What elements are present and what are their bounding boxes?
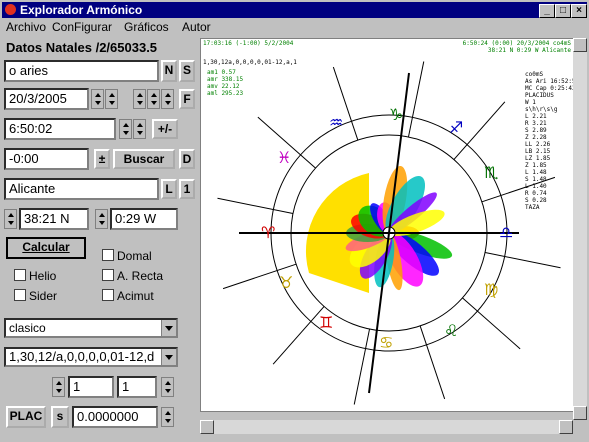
capricorn-glyph: ♑ xyxy=(389,105,403,124)
natal-data-panel: Datos Natales /2/65033.5 o aries N S 20/… xyxy=(2,38,198,442)
title-bar: Explorador Armónico _ □ × xyxy=(2,2,587,18)
timezone-field[interactable]: -0:00 xyxy=(4,148,89,170)
window-title: Explorador Armónico xyxy=(20,3,143,17)
cancer-glyph: ♋ xyxy=(379,333,393,352)
chevron-down-icon[interactable] xyxy=(161,349,176,365)
leo-glyph: ♌ xyxy=(444,321,458,340)
helio-checkbox[interactable]: Helio xyxy=(14,269,56,283)
sagittarius-glyph: ♐ xyxy=(449,118,463,137)
gemini-glyph: ♊ xyxy=(319,313,333,332)
sider-checkbox[interactable]: Sider xyxy=(14,289,57,303)
app-icon xyxy=(5,4,16,15)
year-stepper-1[interactable] xyxy=(133,89,146,109)
spin2-stepper[interactable] xyxy=(161,377,174,397)
longitude-field[interactable]: 0:29 W xyxy=(110,208,178,230)
place-field[interactable]: Alicante xyxy=(4,178,159,200)
cusp-line xyxy=(272,306,325,365)
virgo-glyph: ♍ xyxy=(484,280,498,299)
helio-label: Helio xyxy=(29,269,57,283)
maximize-icon[interactable]: □ xyxy=(555,4,571,18)
aries-glyph: ♈ xyxy=(261,223,275,242)
harmonic-chart[interactable]: 17:03:16 (-1:00) 5/2/2004 6:50:24 (0:00)… xyxy=(200,38,574,412)
s-small-button[interactable]: s xyxy=(51,406,69,428)
cusp-line xyxy=(353,328,371,405)
acimut-checkbox-box[interactable] xyxy=(102,289,114,301)
arecta-checkbox-box[interactable] xyxy=(102,269,114,281)
domal-checkbox-box[interactable] xyxy=(102,249,114,261)
menu-bar: Archivo ConFigurar Gráficos Autor xyxy=(2,18,587,36)
chart-style-select[interactable]: clasico xyxy=(4,318,178,338)
chart-wheel: ♓ ♒ ♑ ♐ ♏ ♎ ♍ ♌ ♋ ♊ ♉ ♈ xyxy=(217,61,561,405)
horizontal-scrollbar[interactable] xyxy=(200,420,573,434)
cusp-line xyxy=(217,197,294,215)
s-button[interactable]: S xyxy=(179,60,195,82)
sider-label: Sider xyxy=(29,289,58,303)
hour-stepper[interactable] xyxy=(119,119,132,139)
scorpio-glyph: ♏ xyxy=(484,163,498,182)
domal-label: Domal xyxy=(117,249,152,263)
spin1-field[interactable]: 1 xyxy=(68,376,114,398)
pisces-glyph: ♓ xyxy=(277,148,291,167)
year-stepper-2[interactable] xyxy=(147,89,160,109)
value-field[interactable]: 0.0000000 xyxy=(72,406,158,428)
menu-graficos[interactable]: Gráficos xyxy=(124,20,169,34)
chevron-down-icon[interactable] xyxy=(161,320,176,336)
one-button[interactable]: 1 xyxy=(179,179,195,199)
latitude-stepper[interactable] xyxy=(4,209,17,229)
acimut-checkbox[interactable]: Acimut xyxy=(102,289,154,303)
harmonic-select[interactable]: 1,30,12/a,0,0,0,0,01-12,d xyxy=(4,347,178,367)
f-button[interactable]: F xyxy=(179,89,195,109)
year-stepper-3[interactable] xyxy=(161,89,174,109)
calcular-button[interactable]: Calcular xyxy=(6,237,86,259)
cusp-line xyxy=(407,61,425,138)
right-arrow-icon[interactable] xyxy=(559,420,573,434)
sign-toggle-button[interactable]: +/- xyxy=(152,119,178,139)
d-button[interactable]: D xyxy=(179,149,195,169)
time-field[interactable]: 6:50:02 xyxy=(4,118,116,140)
cusp-line xyxy=(419,325,446,400)
longitude-stepper[interactable] xyxy=(95,209,108,229)
sider-checkbox-box[interactable] xyxy=(14,289,26,301)
value-stepper[interactable] xyxy=(161,407,174,427)
day-stepper[interactable] xyxy=(91,89,104,109)
helio-checkbox-box[interactable] xyxy=(14,269,26,281)
plusminus-button[interactable]: ± xyxy=(94,149,110,169)
minimize-icon[interactable]: _ xyxy=(539,4,555,18)
date-field[interactable]: 20/3/2005 xyxy=(4,88,89,110)
up-arrow-icon[interactable] xyxy=(573,38,587,52)
libra-glyph: ♎ xyxy=(499,223,513,242)
app-window: Explorador Armónico _ □ × Archivo ConFig… xyxy=(0,0,589,442)
spin1-stepper[interactable] xyxy=(52,377,65,397)
plac-button[interactable]: PLAC xyxy=(6,406,46,428)
vertical-scrollbar[interactable] xyxy=(573,38,587,420)
latitude-field[interactable]: 38:21 N xyxy=(19,208,89,230)
panel-title: Datos Natales /2/65033.5 xyxy=(6,40,158,55)
acimut-label: Acimut xyxy=(117,289,154,303)
l-button[interactable]: L xyxy=(161,179,177,199)
month-stepper[interactable] xyxy=(105,89,118,109)
name-field[interactable]: o aries xyxy=(4,60,159,82)
buscar-button[interactable]: Buscar xyxy=(113,149,175,169)
menu-archivo[interactable]: Archivo xyxy=(6,20,46,34)
n-button[interactable]: N xyxy=(161,60,177,82)
cusp-line xyxy=(462,297,521,350)
arecta-checkbox[interactable]: A. Recta xyxy=(102,269,163,283)
left-arrow-icon[interactable] xyxy=(200,420,214,434)
close-icon[interactable]: × xyxy=(571,4,587,18)
minute-stepper[interactable] xyxy=(133,119,146,139)
aquarius-glyph: ♒ xyxy=(329,113,343,132)
menu-configurar[interactable]: ConFigurar xyxy=(52,20,112,34)
down-arrow-icon[interactable] xyxy=(573,406,587,420)
cusp-line xyxy=(484,251,561,269)
chart-style-value: clasico xyxy=(9,321,46,335)
arecta-label: A. Recta xyxy=(117,269,164,283)
harmonic-value: 1,30,12/a,0,0,0,0,01-12,d xyxy=(9,349,155,364)
menu-autor[interactable]: Autor xyxy=(182,20,211,34)
domal-checkbox[interactable]: Domal xyxy=(102,249,152,263)
spin2-field[interactable]: 1 xyxy=(117,376,157,398)
taurus-glyph: ♉ xyxy=(279,273,293,292)
